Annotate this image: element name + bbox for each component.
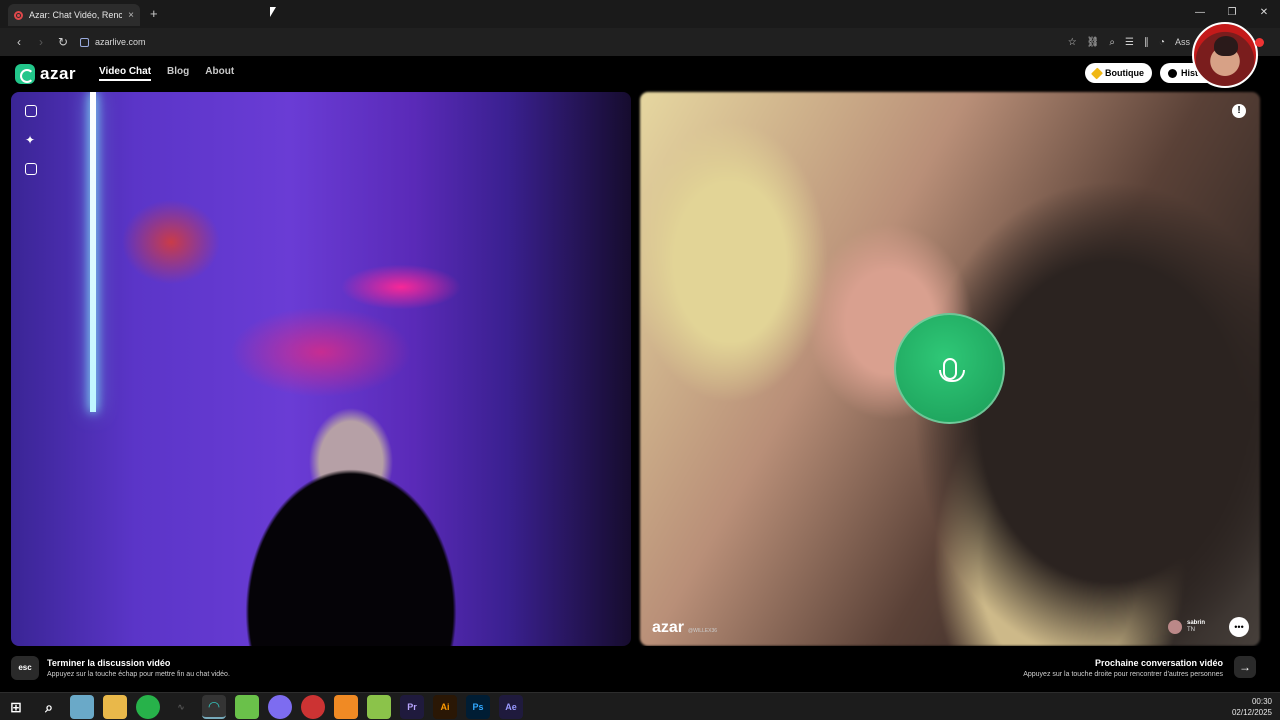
tab-title: Azar: Chat Vidéo, Rencontrer [29, 10, 123, 20]
link-icon[interactable]: ⛓ [1087, 37, 1100, 48]
effects-sparkle-icon[interactable]: ✦ [25, 134, 37, 146]
peer-country: TN [1187, 627, 1195, 633]
url-field[interactable]: azarlive.com [80, 37, 146, 47]
gem-icon [1090, 66, 1104, 80]
whatsapp-icon[interactable] [136, 695, 160, 719]
url-text: azarlive.com [95, 37, 146, 47]
audio-icon[interactable]: ∿ [169, 695, 193, 719]
microphone-icon [938, 357, 965, 382]
azar-logo[interactable]: azar [15, 64, 76, 84]
video-side-tools: ✦ [25, 105, 37, 175]
streamer-overlay-avatar [1192, 22, 1258, 88]
browser-toolbar-right: ☆ ⛓ ⌕ ☰ ∥ ◔ Ass [1068, 28, 1190, 56]
search-icon[interactable]: ⌕ [37, 695, 61, 719]
windows-start-icon[interactable]: ⊞ [4, 695, 28, 719]
end-chat-hint: Terminer la discussion vidéo Appuyez sur… [47, 658, 230, 678]
after-effects-icon[interactable]: Ae [499, 695, 523, 719]
peer-avatar [1168, 620, 1182, 634]
system-clock[interactable]: 00:30 02/12/2025 [1232, 696, 1272, 718]
clock-date: 02/12/2025 [1231, 708, 1272, 717]
chrome-icon[interactable] [301, 695, 325, 719]
notification-badge [1255, 38, 1264, 47]
history-icon [1168, 68, 1177, 78]
expand-icon[interactable] [25, 105, 37, 117]
peer-name: sabrin [1187, 620, 1206, 626]
face-filter-icon[interactable] [25, 163, 37, 175]
nav-about[interactable]: About [205, 66, 234, 81]
lens-icon[interactable]: ⌕ [1109, 37, 1115, 48]
close-tab-icon[interactable]: × [128, 10, 134, 21]
azar-browser-icon[interactable]: ◠ [202, 695, 226, 719]
photoshop-icon[interactable]: Ps [466, 695, 490, 719]
browser-tabstrip: Azar: Chat Vidéo, Rencontrer × + — ❐ ✕ [0, 0, 1280, 28]
chat-bubble-icon[interactable]: ••• [1229, 617, 1249, 637]
site-settings-icon[interactable] [80, 37, 89, 47]
audio-wave-icon[interactable]: ∥ [1144, 37, 1149, 48]
address-bar: ‹ › ↻ azarlive.com ☆ ⛓ ⌕ ☰ ∥ ◔ Ass [0, 28, 1280, 56]
files-icon[interactable] [70, 695, 94, 719]
main-nav: Video Chat Blog About [99, 66, 234, 81]
android-icon[interactable] [235, 695, 259, 719]
peer-info[interactable]: sabrin TN [1168, 616, 1205, 638]
premiere-icon[interactable]: Pr [400, 695, 424, 719]
end-chat-title: Terminer la discussion vidéo [47, 658, 171, 668]
windows-taskbar: ⊞ ⌕ ∿ ◠ Pr Ai Ps Ae 00:30 02/12/2025 [0, 692, 1280, 720]
shortcut-hint-bar: esc Terminer la discussion vidéo Appuyez… [0, 646, 1280, 692]
logo-text: azar [40, 64, 77, 83]
azar-logo-icon [15, 64, 35, 84]
folder-icon[interactable] [103, 695, 127, 719]
recording-icon [14, 10, 23, 20]
assistant-icon[interactable]: ◔ [1159, 37, 1165, 48]
taskbar-apps: ⊞ ⌕ ∿ ◠ Pr Ai Ps Ae [4, 695, 523, 719]
clock-time: 00:30 [1251, 697, 1272, 706]
watermark-logo: azar [652, 619, 685, 636]
nav-blog[interactable]: Blog [167, 66, 189, 81]
fl-studio-icon[interactable] [334, 695, 358, 719]
end-chat-sub: Appuyez sur la touche échap pour mettre … [47, 671, 230, 678]
illustrator-icon[interactable]: Ai [433, 695, 457, 719]
reload-icon[interactable]: ↻ [52, 35, 74, 49]
self-video [11, 92, 631, 646]
esc-key-button[interactable]: esc [11, 656, 39, 680]
watermark-id: @WILLEX36 [688, 628, 718, 634]
nav-video-chat[interactable]: Video Chat [99, 66, 152, 81]
close-window-button[interactable]: ✕ [1248, 0, 1280, 28]
back-icon[interactable]: ‹ [8, 35, 30, 49]
boutique-label: Boutique [1105, 68, 1144, 78]
reading-list-icon[interactable]: ☰ [1125, 37, 1134, 48]
next-arrow-button[interactable]: → [1234, 656, 1256, 678]
next-chat-sub: Appuyez sur la touche droite pour rencon… [1023, 671, 1223, 678]
video-watermark: azar @WILLEX36 [652, 619, 717, 637]
led-strip [90, 92, 96, 412]
bookmark-star-icon[interactable]: ☆ [1068, 37, 1077, 48]
report-button[interactable]: ! [1232, 104, 1246, 118]
app-header: azar Video Chat Blog About Boutique Hist… [0, 56, 1280, 92]
boutique-button[interactable]: Boutique [1085, 63, 1152, 83]
bluestacks-icon[interactable] [367, 695, 391, 719]
next-chat-title: Prochaine conversation vidéo [1094, 658, 1223, 668]
forward-icon[interactable]: › [30, 35, 52, 49]
microphone-button[interactable] [894, 313, 1005, 424]
discord-icon[interactable] [268, 695, 292, 719]
next-chat-hint: Prochaine conversation vidéo Appuyez sur… [1023, 658, 1223, 678]
assistant-label[interactable]: Ass [1175, 37, 1190, 47]
browser-tab[interactable]: Azar: Chat Vidéo, Rencontrer × [8, 4, 140, 26]
mouse-cursor-icon [270, 7, 276, 17]
new-tab-button[interactable]: + [150, 6, 158, 21]
